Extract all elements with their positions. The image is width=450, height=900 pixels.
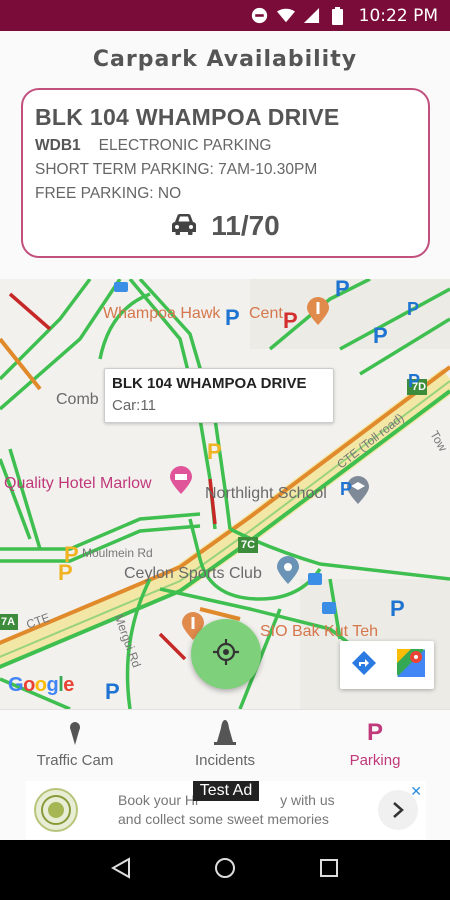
- carpark-code-row: WDB1 ELECTRONIC PARKING: [35, 137, 416, 155]
- parking-marker[interactable]: P: [58, 560, 73, 586]
- signal-icon: [303, 7, 321, 25]
- expressway-shield-7a: 7A: [1, 616, 16, 628]
- nav-label-parking: Parking: [349, 752, 401, 769]
- battery-icon: [329, 6, 347, 25]
- carpark-name: BLK 104 WHAMPOA DRIVE: [35, 104, 340, 130]
- home-icon[interactable]: [214, 857, 236, 884]
- nav-parking[interactable]: P Parking: [300, 710, 450, 779]
- ad-close-icon[interactable]: ✕: [410, 783, 422, 800]
- bus-stop-icon-2: [308, 572, 322, 585]
- directions-button[interactable]: [344, 645, 384, 685]
- ad-line-2: and collect some sweet memories: [118, 811, 329, 827]
- page-title: Carpark Availability: [92, 46, 358, 72]
- directions-icon: [351, 650, 377, 681]
- wifi-icon: [276, 7, 295, 25]
- tooltip-title: BLK 104 WHAMPOA DRIVE: [112, 375, 307, 392]
- short-term-parking: SHORT TERM PARKING: 7AM-10.30PM: [35, 161, 318, 178]
- bus-stop-icon-3: [322, 601, 336, 614]
- expressway-shield-7c: 7C: [241, 539, 256, 551]
- crosshair-icon: [211, 637, 241, 672]
- availability-count: 11/70: [211, 210, 280, 241]
- system-navigation-bar: [0, 840, 450, 900]
- map-label-northlight-school: Northlight School: [205, 485, 327, 502]
- parking-marker-selected[interactable]: P: [207, 439, 222, 465]
- parking-marker[interactable]: P: [340, 479, 352, 500]
- recents-icon[interactable]: [319, 858, 339, 883]
- do-not-disturb-icon: [251, 7, 269, 25]
- restaurant-poi-icon[interactable]: [307, 297, 329, 325]
- google-maps-icon: [396, 648, 425, 682]
- ad-line-1: Book your Hi: [118, 792, 199, 808]
- open-google-maps-button[interactable]: [391, 645, 431, 685]
- availability-row: 11/70: [23, 210, 428, 242]
- location-pin-icon: [69, 720, 81, 746]
- hotel-poi-icon[interactable]: [170, 466, 192, 494]
- map-toolbar: [340, 641, 434, 689]
- parking-marker[interactable]: P: [373, 323, 388, 349]
- parking-marker[interactable]: P: [390, 596, 405, 622]
- tooltip-subtitle: Car:11: [112, 397, 156, 414]
- nav-label-traffic-cam: Traffic Cam: [36, 752, 114, 769]
- bus-stop-icon: [114, 279, 128, 292]
- status-bar: 10:22 PM: [0, 0, 450, 31]
- nav-incidents[interactable]: Incidents: [150, 710, 300, 779]
- map-label-centre: Cent: [249, 305, 283, 322]
- nav-label-incidents: Incidents: [194, 752, 256, 769]
- parking-type: ELECTRONIC PARKING: [98, 137, 272, 154]
- parking-marker[interactable]: P: [408, 371, 420, 392]
- free-parking: FREE PARKING: NO: [35, 185, 182, 202]
- map-label-comb: Comb: [56, 391, 99, 408]
- map-view[interactable]: 7D 7C 7A Whampoa Hawk Cent Comb Quality …: [0, 279, 450, 709]
- test-ad-tag: Test Ad: [193, 781, 259, 801]
- map-label-moulmein-rd: Moulmein Rd: [82, 546, 153, 560]
- map-label-ceylon-sports-club: Ceylon Sports Club: [124, 565, 262, 582]
- carpark-code: WDB1: [35, 137, 81, 154]
- cone-icon: [212, 720, 238, 746]
- map-label-quality-hotel: Quality Hotel Marlow: [4, 475, 152, 492]
- back-icon[interactable]: [111, 856, 131, 884]
- parking-marker[interactable]: P: [225, 305, 240, 331]
- parking-marker-full[interactable]: P: [283, 308, 298, 334]
- map-marker-tooltip[interactable]: BLK 104 WHAMPOA DRIVE Car:11: [104, 368, 334, 423]
- map-label-whampoa-hawker: Whampoa Hawk: [103, 305, 221, 322]
- sports-club-poi-icon[interactable]: [277, 556, 299, 584]
- app-header: Carpark Availability: [0, 31, 450, 87]
- nav-traffic-cam[interactable]: Traffic Cam: [0, 710, 150, 779]
- parking-marker[interactable]: P: [335, 279, 350, 302]
- parking-icon: P: [366, 719, 383, 746]
- my-location-button[interactable]: [191, 619, 261, 689]
- parking-marker[interactable]: P: [407, 299, 419, 320]
- parking-marker[interactable]: P: [105, 679, 120, 705]
- carpark-info-card[interactable]: BLK 104 WHAMPOA DRIVE WDB1 ELECTRONIC PAR…: [21, 88, 430, 258]
- map-label-sio-bak-kut-teh: SIO Bak Kut Teh: [260, 623, 378, 640]
- bottom-navigation: Traffic Cam Incidents P Parking: [0, 709, 450, 779]
- advertiser-logo-icon: [34, 788, 78, 832]
- status-time: 10:22 PM: [358, 5, 438, 26]
- ad-line-1b: y with us: [280, 792, 335, 808]
- google-logo: Google: [8, 674, 74, 696]
- car-icon: [171, 213, 197, 240]
